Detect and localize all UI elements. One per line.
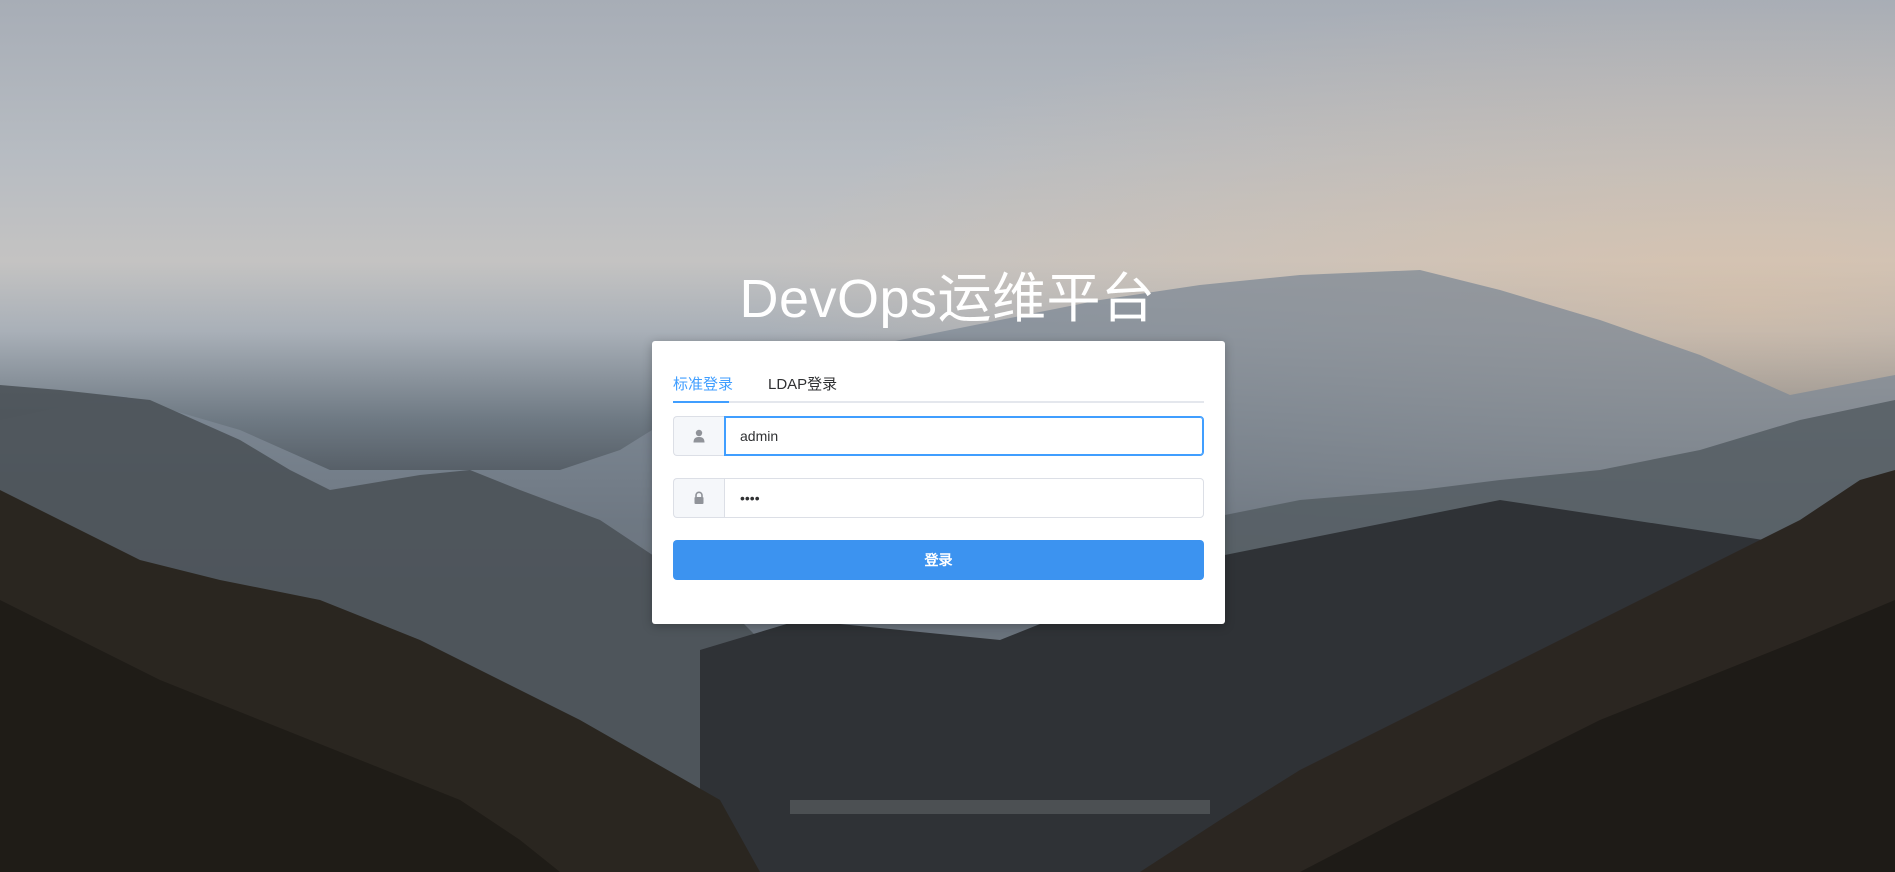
tab-standard-login[interactable]: 标准登录 <box>673 373 733 394</box>
lock-icon <box>673 478 724 518</box>
active-tab-indicator <box>673 401 729 403</box>
password-field <box>673 478 1204 518</box>
username-field <box>673 416 1204 456</box>
page-title: DevOps运维平台 <box>739 269 1156 329</box>
login-card: 标准登录 LDAP登录 登录 <box>652 341 1225 624</box>
tab-ldap-login[interactable]: LDAP登录 <box>768 373 837 394</box>
password-input[interactable] <box>724 478 1204 518</box>
user-icon <box>673 416 724 456</box>
tab-standard-login-label: 标准登录 <box>673 376 734 393</box>
login-button[interactable]: 登录 <box>673 540 1204 580</box>
login-tabs: 标准登录 LDAP登录 <box>673 341 1204 403</box>
tab-ldap-login-label: LDAP登录 <box>768 376 838 393</box>
username-input[interactable] <box>724 416 1204 456</box>
